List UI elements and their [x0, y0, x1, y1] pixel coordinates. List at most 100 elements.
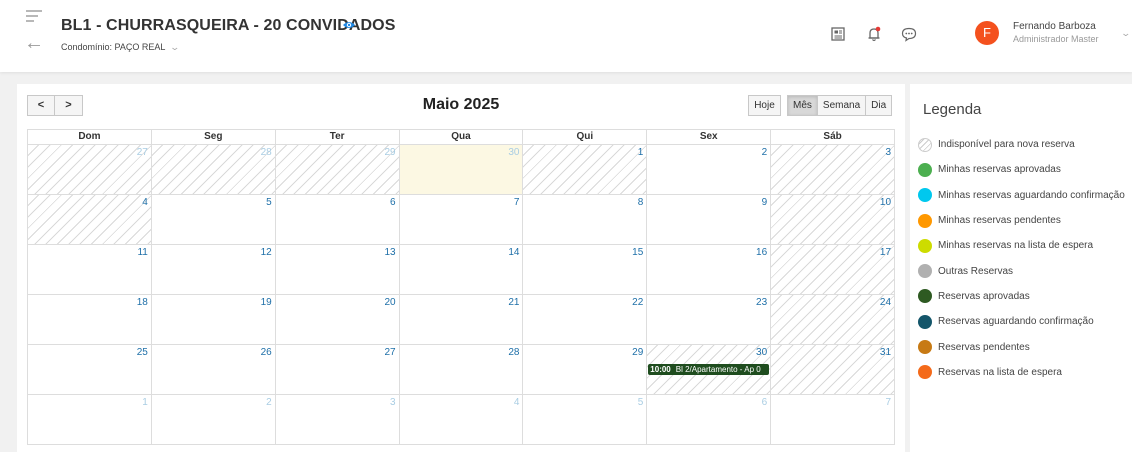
legend-item: Reservas aguardando confirmação — [918, 309, 1125, 334]
calendar-day-cell[interactable]: 26 — [151, 345, 276, 395]
legend-color-dot-icon — [918, 238, 932, 253]
user-name[interactable]: Fernando Barboza — [1013, 21, 1096, 32]
calendar-day-cell[interactable]: 21 — [399, 295, 524, 345]
calendar-day-cell[interactable]: 29 — [275, 145, 400, 195]
chat-icon[interactable] — [901, 26, 917, 42]
legend-color-dot-icon — [918, 365, 932, 380]
day-number: 30 — [756, 347, 768, 358]
legend-color-dot-icon — [918, 264, 932, 279]
view-button-1[interactable]: Semana — [817, 95, 867, 116]
view-button-2[interactable]: Dia — [866, 95, 893, 116]
legend-label: Minhas reservas aprovadas — [938, 164, 1061, 176]
calendar-day-cell[interactable]: 3 — [275, 395, 400, 445]
avatar[interactable]: F — [975, 21, 999, 45]
calendar-day-cell[interactable]: 1 — [28, 395, 152, 445]
day-number: 1 — [142, 397, 148, 408]
calendar-day-cell[interactable]: 12 — [151, 245, 276, 295]
weekday-header-cell: Sex — [647, 130, 772, 145]
calendar-day-cell[interactable]: 20 — [275, 295, 400, 345]
day-number: 25 — [136, 347, 148, 358]
weekday-header: Dom Seg Ter Qua Qui Sex Sáb — [28, 130, 896, 145]
legend-color-dot-icon — [918, 340, 932, 355]
day-number: 22 — [632, 297, 644, 308]
calendar-day-cell[interactable]: 5 — [523, 395, 648, 445]
day-number: 3 — [885, 147, 892, 158]
calendar-day-cell[interactable]: 5 — [151, 195, 276, 245]
weekday-header-cell: Sáb — [771, 130, 896, 145]
calendar-day-cell[interactable]: 16 — [647, 245, 772, 295]
calendar-day-cell[interactable]: 28 — [151, 145, 276, 195]
today-button[interactable]: Hoje — [748, 95, 781, 116]
calendar-day-cell[interactable]: 14 — [399, 245, 524, 295]
legend-item: Minhas reservas na lista de espera — [918, 233, 1125, 258]
calendar-day-cell[interactable]: 27 — [275, 345, 400, 395]
calendar-day-cell[interactable]: 24 — [771, 295, 896, 345]
calendar-day-cell[interactable]: 4 — [399, 395, 524, 445]
news-icon[interactable] — [830, 26, 846, 42]
day-number: 29 — [632, 347, 644, 358]
day-number: 27 — [384, 347, 396, 358]
back-arrow-icon[interactable]: ← — [24, 33, 44, 53]
legend-item: Indisponível para nova reserva — [918, 132, 1125, 157]
view-button-0[interactable]: Mês — [787, 95, 818, 116]
calendar-day-cell[interactable]: 4 — [28, 195, 152, 245]
day-number: 21 — [508, 297, 520, 308]
calendar-day-cell[interactable]: 13 — [275, 245, 400, 295]
calendar-day-cell[interactable]: 28 — [399, 345, 524, 395]
day-number: 12 — [260, 247, 272, 258]
bell-icon[interactable] — [866, 26, 882, 42]
legend-item: Minhas reservas aguardando confirmação — [918, 183, 1125, 208]
calendar-day-cell[interactable]: 2 — [647, 145, 772, 195]
eye-icon[interactable] — [342, 20, 356, 30]
day-number: 31 — [879, 347, 892, 358]
day-number: 7 — [513, 197, 520, 208]
legend-item: Outras Reservas — [918, 258, 1125, 283]
calendar-day-cell[interactable]: 30 10:00 Bl 2/Apartamento - Ap 0 — [647, 345, 772, 395]
calendar-day-cell[interactable]: 15 — [523, 245, 648, 295]
chevron-down-icon: ⌄ — [169, 42, 181, 52]
calendar-day-cell[interactable]: 23 — [647, 295, 772, 345]
day-number: 16 — [756, 247, 768, 258]
menu-icon[interactable] — [26, 10, 42, 24]
calendar-week-row: 11 12 13 14 15 16 17 — [28, 245, 896, 295]
day-number: 7 — [885, 397, 892, 408]
calendar-day-cell[interactable]: 30 — [399, 145, 524, 195]
calendar-day-cell[interactable]: 11 — [28, 245, 152, 295]
calendar-day-cell[interactable]: 1 — [523, 145, 648, 195]
day-number: 14 — [508, 247, 520, 258]
calendar-day-cell[interactable]: 22 — [523, 295, 648, 345]
legend-item: Minhas reservas aprovadas — [918, 157, 1125, 182]
user-menu-chevron-icon[interactable]: ⌄ — [1120, 28, 1131, 39]
calendar-day-cell[interactable]: 10 — [771, 195, 896, 245]
calendar-event[interactable]: 10:00 Bl 2/Apartamento - Ap 0 — [648, 364, 770, 375]
weekday-header-cell: Qui — [523, 130, 648, 145]
calendar-day-cell[interactable]: 9 — [647, 195, 772, 245]
calendar-day-cell[interactable]: 18 — [28, 295, 152, 345]
calendar-day-cell[interactable]: 6 — [275, 195, 400, 245]
calendar-day-cell[interactable]: 25 — [28, 345, 152, 395]
calendar-day-cell[interactable]: 8 — [523, 195, 648, 245]
day-number: 4 — [513, 397, 520, 408]
calendar-day-cell[interactable]: 29 — [523, 345, 648, 395]
calendar-grid: Dom Seg Ter Qua Qui Sex Sáb 27 28 29 30 1 2 3 4 5 6 7 8 9 1… — [27, 129, 896, 445]
calendar-panel: < > Maio 2025 Hoje Mês Semana Dia Dom Seg Te… — [17, 84, 905, 452]
legend-item: Reservas aprovadas — [918, 284, 1125, 309]
day-number: 10 — [879, 197, 892, 208]
calendar-day-cell[interactable]: 19 — [151, 295, 276, 345]
calendar-day-cell[interactable]: 7 — [771, 395, 896, 445]
condominium-selector[interactable]: Condomínio: PAÇO REAL ⌄ — [61, 42, 181, 53]
legend-color-dot-icon — [918, 314, 932, 329]
calendar-day-cell[interactable]: 27 — [28, 145, 152, 195]
calendar-day-cell[interactable]: 3 — [771, 145, 896, 195]
calendar-day-cell[interactable]: 31 — [771, 345, 896, 395]
calendar-day-cell[interactable]: 2 — [151, 395, 276, 445]
calendar-day-cell[interactable]: 7 — [399, 195, 524, 245]
day-number: 2 — [266, 397, 272, 408]
legend-item: Reservas na lista de espera — [918, 360, 1125, 385]
view-switcher: Mês Semana Dia — [787, 95, 893, 116]
calendar-day-cell[interactable]: 17 — [771, 245, 896, 295]
day-number: 15 — [632, 247, 644, 258]
calendar-week-row: 27 28 29 30 1 2 3 — [28, 145, 896, 195]
calendar-day-cell[interactable]: 6 — [647, 395, 772, 445]
calendar-week-row: 1 2 3 4 5 6 7 — [28, 395, 896, 445]
